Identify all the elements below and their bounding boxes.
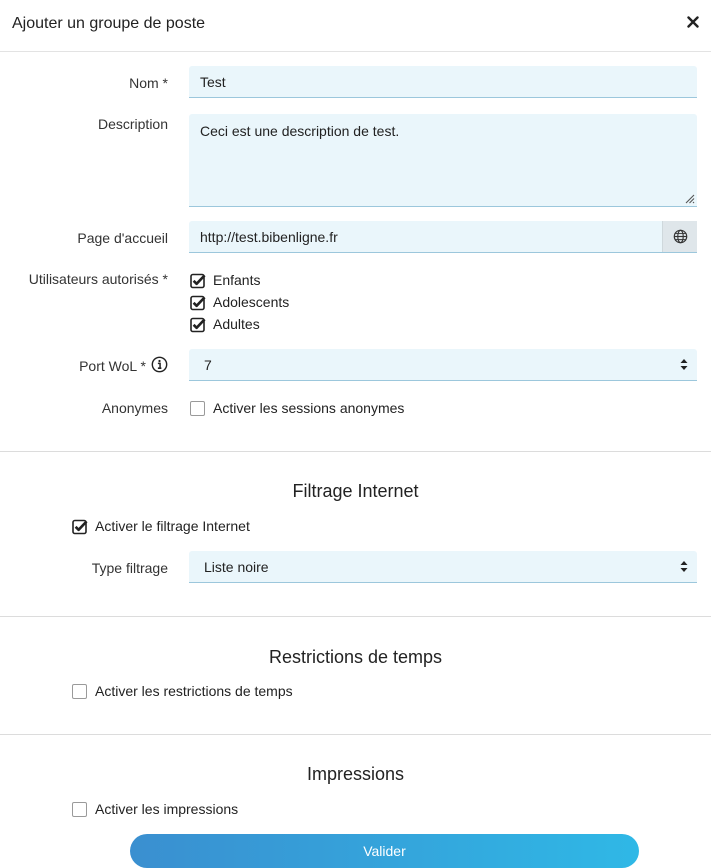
globe-icon [673, 229, 687, 244]
divider [0, 451, 711, 452]
divider [0, 734, 711, 735]
filtering-section-title: Filtrage Internet [292, 481, 419, 501]
filtering-enable-label: Activer le filtrage Internet [95, 518, 250, 534]
homepage-input[interactable] [189, 221, 663, 252]
anonymous-option[interactable]: Activer les sessions anonymes [190, 398, 404, 418]
time-enable-label: Activer les restrictions de temps [95, 683, 293, 699]
printing-section-title: Impressions [306, 764, 405, 784]
users-option-label: Enfants [213, 272, 261, 288]
description-textarea[interactable]: Ceci est une description de test. [189, 114, 697, 207]
homepage-field [189, 221, 697, 253]
anonymous-option-label: Activer les sessions anonymes [213, 400, 405, 416]
users-option-adolescents[interactable]: Adolescents [190, 292, 289, 312]
checkbox-unchecked-icon[interactable] [190, 400, 205, 416]
filter-type-label: Type filtrage [91, 560, 168, 576]
checkbox-checked-icon[interactable] [72, 519, 88, 534]
description-label: Description [97, 116, 168, 132]
filter-type-select[interactable]: Liste noire [189, 551, 697, 583]
info-icon[interactable] [151, 356, 168, 373]
close-icon[interactable] [685, 15, 701, 33]
users-label: Utilisateurs autorisés * [28, 271, 168, 287]
checkbox-checked-icon[interactable] [190, 295, 206, 310]
wol-select[interactable]: 7 [189, 349, 697, 381]
divider [0, 616, 711, 617]
filter-type-value: Liste noire [204, 559, 269, 575]
time-section-title: Restrictions de temps [268, 647, 443, 667]
filtering-enable[interactable]: Activer le filtrage Internet [72, 516, 250, 536]
users-option-label: Adultes [213, 316, 260, 332]
homepage-label: Page d'accueil [77, 230, 168, 246]
close-icon-glyph [687, 16, 699, 28]
users-option-enfants[interactable]: Enfants [190, 270, 260, 290]
time-enable[interactable]: Activer les restrictions de temps [72, 681, 293, 701]
checkbox-unchecked-icon[interactable] [72, 683, 87, 699]
printing-enable-label: Activer les impressions [95, 801, 239, 817]
checkbox-checked-icon[interactable] [190, 317, 206, 332]
nom-label: Nom * [129, 75, 168, 91]
printing-enable[interactable]: Activer les impressions [72, 799, 238, 819]
globe-button[interactable] [662, 221, 697, 252]
resize-handle-icon[interactable] [684, 193, 695, 204]
nom-input[interactable] [189, 66, 697, 98]
submit-button[interactable]: Valider [130, 834, 639, 868]
wol-label: Port WoL * [79, 358, 146, 374]
users-option-adultes[interactable]: Adultes [190, 314, 260, 334]
users-option-label: Adolescents [213, 294, 290, 310]
checkbox-checked-icon[interactable] [190, 273, 206, 288]
modal-header: Ajouter un groupe de poste [0, 0, 711, 52]
wol-select-value: 7 [204, 357, 212, 373]
modal-title: Ajouter un groupe de poste [12, 15, 206, 32]
sort-arrows-icon [680, 561, 688, 572]
anonymous-label: Anonymes [101, 400, 168, 416]
checkbox-unchecked-icon[interactable] [72, 801, 87, 817]
sort-arrows-icon [680, 359, 688, 370]
